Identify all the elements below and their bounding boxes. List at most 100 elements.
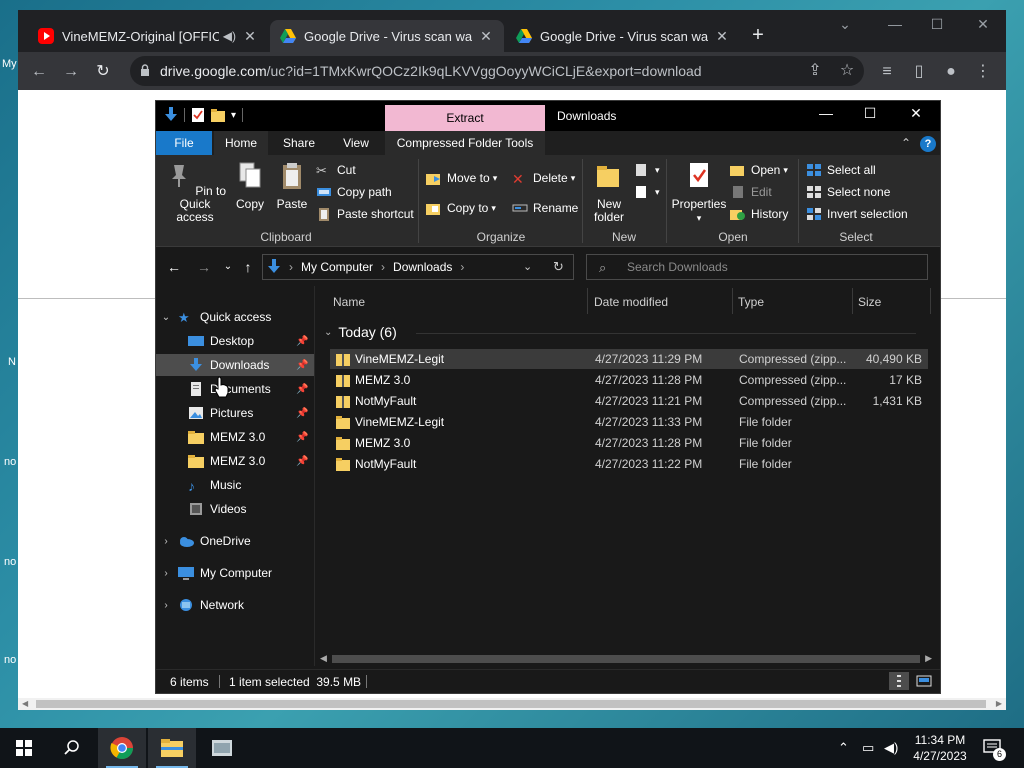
close-tab-icon[interactable]: ✕ — [714, 28, 730, 45]
action-center-button[interactable]: 6 — [982, 738, 1006, 761]
new-folder-icon[interactable] — [211, 107, 225, 123]
history-button[interactable]: History — [730, 207, 788, 221]
file-row[interactable]: MEMZ 3.0 4/27/2023 11:28 PM File folder — [330, 433, 928, 453]
refresh-icon[interactable]: ↻ — [553, 259, 564, 275]
file-row[interactable]: MEMZ 3.0 4/27/2023 11:28 PM Compressed (… — [330, 370, 928, 390]
close-tab-icon[interactable]: ✕ — [478, 28, 494, 45]
nav-network[interactable]: › Network — [156, 594, 314, 616]
qat-dropdown-icon[interactable]: ▾ — [231, 110, 236, 121]
tab-home[interactable]: Home — [214, 131, 268, 155]
scroll-right-icon[interactable]: ▶ — [996, 699, 1002, 708]
nav-documents[interactable]: Documents 📌 — [156, 378, 314, 400]
new-folder-button[interactable]: New folder — [588, 161, 630, 224]
new-tab-button[interactable]: + — [746, 24, 770, 47]
details-view-button[interactable] — [889, 672, 909, 690]
copy-path-button[interactable]: Copy path — [316, 185, 392, 199]
nav-memz-2[interactable]: MEMZ 3.0 📌 — [156, 450, 314, 472]
clock[interactable]: 11:34 PM 4/27/2023 — [900, 732, 980, 764]
tab-view[interactable]: View — [328, 131, 384, 155]
rename-button[interactable]: Rename — [512, 201, 578, 215]
start-button[interactable] — [0, 728, 48, 768]
large-icons-view-button[interactable] — [914, 672, 934, 690]
desktop-icon-label[interactable]: no — [4, 556, 16, 568]
close-tab-icon[interactable]: ✕ — [242, 28, 258, 45]
chrome-taskbar-button[interactable] — [98, 728, 146, 768]
nav-videos[interactable]: Videos — [156, 498, 314, 520]
bookmark-star-icon[interactable]: ☆ — [836, 60, 858, 82]
download-arrow-icon[interactable] — [164, 107, 178, 123]
properties-button[interactable]: Properties ▾ — [670, 161, 728, 225]
media-control-icon[interactable]: ≡ — [876, 61, 898, 83]
browser-tab-youtube[interactable]: VineMEMZ-Original [OFFICIAL ◀) ✕ — [28, 20, 268, 52]
divider[interactable] — [930, 288, 931, 314]
nav-memz-1[interactable]: MEMZ 3.0 📌 — [156, 426, 314, 448]
cut-button[interactable]: ✂ Cut — [316, 163, 356, 178]
chevron-down-icon[interactable]: ⌄ — [160, 312, 172, 323]
pin-to-quick-access-button[interactable]: Pin to Quick access — [162, 161, 228, 224]
nav-my-computer[interactable]: › My Computer — [156, 562, 314, 584]
file-explorer-taskbar-button[interactable] — [148, 728, 196, 768]
tab-compressed-folder-tools[interactable]: Compressed Folder Tools — [385, 131, 545, 155]
select-none-button[interactable]: Select none — [806, 185, 890, 199]
file-row[interactable]: VineMEMZ-Legit 4/27/2023 11:29 PM Compre… — [330, 349, 928, 369]
nav-downloads[interactable]: Downloads 📌 — [156, 354, 314, 376]
scroll-thumb[interactable] — [36, 700, 986, 708]
breadcrumb-my-computer[interactable]: My Computer — [301, 260, 373, 274]
nav-music[interactable]: ♪ Music — [156, 474, 314, 496]
column-name[interactable]: Name — [333, 295, 365, 309]
file-list-horizontal-scrollbar[interactable]: ◀ ▶ — [316, 652, 936, 666]
up-icon[interactable]: ↑ — [238, 259, 258, 275]
page-horizontal-scrollbar[interactable]: ◀ ▶ — [18, 698, 1006, 710]
open-button[interactable]: Open ▾ — [730, 163, 788, 177]
volume-icon[interactable]: ◀) — [884, 740, 898, 756]
tab-share[interactable]: Share — [270, 131, 328, 155]
back-icon[interactable]: ← — [28, 61, 50, 83]
profile-icon[interactable]: ● — [940, 61, 962, 83]
new-item-button[interactable]: ▾ — [634, 163, 660, 177]
tab-search-icon[interactable]: ⌄ — [830, 16, 860, 33]
scroll-right-icon[interactable]: ▶ — [925, 653, 932, 664]
chevron-up-icon[interactable]: ⌃ — [838, 740, 849, 756]
divider[interactable] — [587, 288, 588, 314]
column-type[interactable]: Type — [738, 295, 764, 309]
control-panel-taskbar-button[interactable] — [198, 728, 246, 768]
copy-to-button[interactable]: Copy to ▾ — [426, 201, 496, 215]
minimize-button[interactable]: — — [880, 16, 910, 32]
pin-icon[interactable]: 📌 — [296, 408, 310, 419]
chevron-right-icon[interactable]: › — [160, 536, 172, 547]
address-box[interactable]: › My Computer › Downloads › ⌄ ↻ — [262, 254, 574, 280]
divider[interactable] — [732, 288, 733, 314]
delete-button[interactable]: ✕ Delete ▾ — [512, 171, 575, 187]
collapse-ribbon-icon[interactable]: ⌃ — [898, 131, 914, 155]
lock-icon[interactable] — [140, 64, 150, 76]
search-button[interactable] — [48, 728, 96, 768]
divider[interactable] — [852, 288, 853, 314]
breadcrumb-downloads[interactable]: Downloads — [393, 260, 452, 274]
pin-icon[interactable]: 📌 — [296, 432, 310, 443]
minimize-button[interactable]: — — [804, 105, 848, 121]
copy-button[interactable]: Copy — [232, 161, 268, 211]
address-bar[interactable]: drive.google.com/uc?id=1TMxKwrQOCz2Ik9qL… — [130, 56, 864, 86]
scroll-left-icon[interactable]: ◀ — [320, 653, 327, 664]
pin-icon[interactable]: 📌 — [296, 456, 310, 467]
forward-icon[interactable]: → — [60, 61, 82, 83]
close-window-button[interactable]: ✕ — [968, 16, 998, 33]
menu-icon[interactable]: ⋮ — [972, 61, 994, 83]
column-size[interactable]: Size — [858, 295, 881, 309]
browser-tab-drive-1[interactable]: Google Drive - Virus scan warning ✕ — [270, 20, 504, 52]
maximize-button[interactable]: ☐ — [922, 16, 952, 33]
reload-icon[interactable]: ↻ — [92, 61, 114, 83]
url-text[interactable]: drive.google.com/uc?id=1TMxKwrQOCz2Ik9qL… — [160, 63, 702, 79]
extract-contextual-tab[interactable]: Extract — [385, 105, 545, 131]
forward-icon[interactable]: → — [194, 259, 214, 275]
chevron-right-icon[interactable]: › — [160, 568, 172, 579]
group-header[interactable]: ⌄ Today (6) — [324, 324, 397, 340]
file-row[interactable]: VineMEMZ-Legit 4/27/2023 11:33 PM File f… — [330, 412, 928, 432]
desktop-icon-label[interactable]: My — [2, 58, 17, 70]
chevron-down-icon[interactable]: ⌄ — [324, 327, 332, 338]
browser-tab-drive-2[interactable]: Google Drive - Virus scan warning ✕ — [506, 20, 740, 52]
chevron-right-icon[interactable]: › — [160, 600, 172, 611]
column-date-modified[interactable]: Date modified — [594, 295, 668, 309]
tab-file[interactable]: File — [156, 131, 212, 155]
pin-icon[interactable]: 📌 — [296, 384, 310, 395]
